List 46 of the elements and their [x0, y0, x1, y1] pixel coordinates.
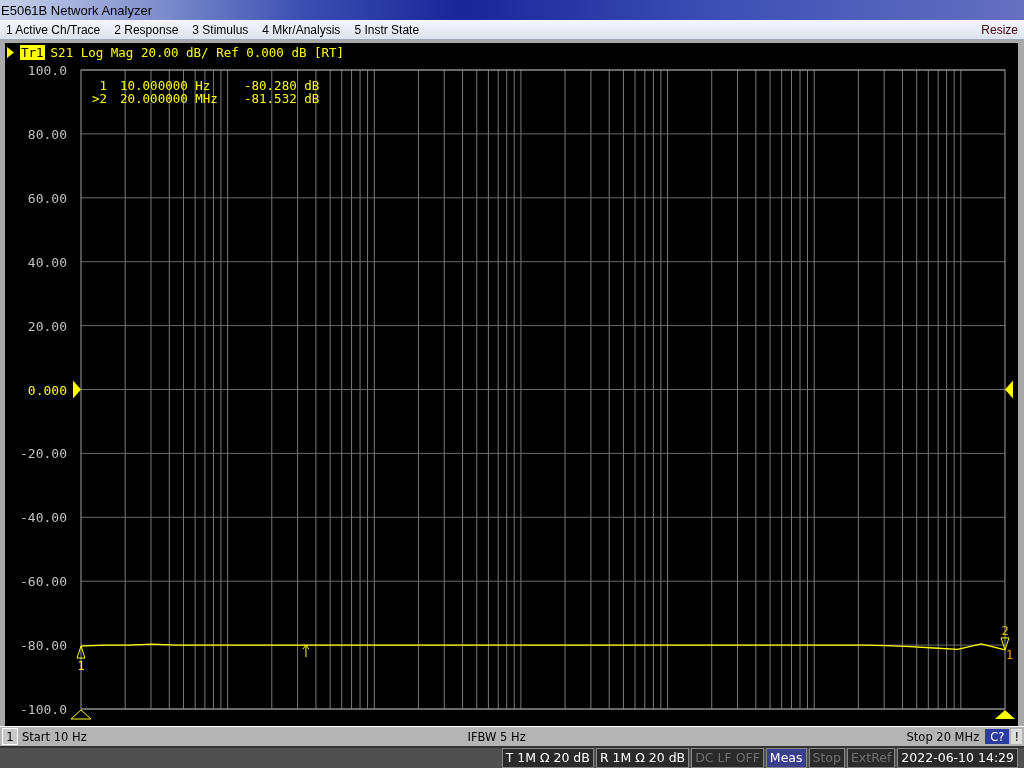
start-frequency: Start 10 Hz: [22, 729, 87, 744]
y-tick-label: -80.00: [20, 638, 67, 654]
y-tick-label: -60.00: [20, 574, 67, 590]
y-tick-label: 100.0: [27, 63, 67, 79]
status-indicator: T 1M Ω 20 dB: [501, 747, 594, 768]
menu-item[interactable]: 5 Instr State: [354, 22, 420, 37]
trace-settings: S21 Log Mag 20.00 dB/ Ref 0.000 dB [RT]: [50, 45, 345, 60]
y-tick-label: 20.00: [27, 319, 67, 335]
y-tick-label: -20.00: [20, 446, 67, 462]
resize-menu-item[interactable]: Resize: [981, 22, 1018, 37]
menu-item[interactable]: 3 Stimulus: [192, 22, 249, 37]
status-indicator: Meas: [765, 747, 807, 768]
alert-indicator: !: [1011, 729, 1022, 745]
active-trace-icon: [7, 47, 14, 58]
menu-item[interactable]: 2 Response: [114, 22, 179, 37]
y-tick-label: 0.000: [27, 383, 67, 398]
status-indicator: DC LF OFF: [691, 747, 764, 768]
date-time: 2022-06-10 14:29: [897, 747, 1018, 768]
arrow-icon: [302, 645, 310, 659]
y-tick-label: 60.00: [27, 191, 67, 207]
marker-triangle-icon: [1000, 637, 1010, 651]
status-indicator: Stop: [808, 747, 845, 768]
start-marker-icon: [70, 710, 92, 720]
status-indicator: ExtRef: [846, 747, 896, 768]
marker-label: 2: [1001, 624, 1009, 639]
y-tick-label: 40.00: [27, 255, 67, 271]
y-tick-label: -40.00: [20, 510, 67, 526]
ifbw-setting: IFBW 5 Hz: [467, 729, 526, 744]
ref-level-icon: [1005, 381, 1013, 399]
y-tick-label: -100.0: [20, 702, 67, 718]
marker-readout: 1 10.000000 Hz -80.280 dB: [99, 78, 320, 94]
menu-item[interactable]: 4 Mkr/Analysis: [262, 22, 341, 37]
trace-tag[interactable]: Tr1: [20, 45, 45, 60]
marker-triangle-icon: [76, 646, 86, 660]
marker-readout: >2 20.000000 MHz -81.532 dB: [91, 91, 320, 107]
stop-frequency: Stop 20 MHz: [906, 729, 980, 744]
y-tick-label: 80.00: [27, 127, 67, 143]
status-indicator: R 1M Ω 20 dB: [595, 747, 690, 768]
menu-item[interactable]: 1 Active Ch/Trace: [6, 22, 101, 37]
stop-marker-icon: [995, 710, 1015, 720]
marker-label: 1: [77, 659, 85, 674]
calibration-status: C?: [985, 729, 1010, 745]
channel-number[interactable]: 1: [2, 728, 18, 746]
ref-level-icon: [73, 381, 81, 399]
marker-label: 1: [1006, 648, 1014, 663]
window-title: E5061B Network Analyzer: [1, 2, 153, 18]
